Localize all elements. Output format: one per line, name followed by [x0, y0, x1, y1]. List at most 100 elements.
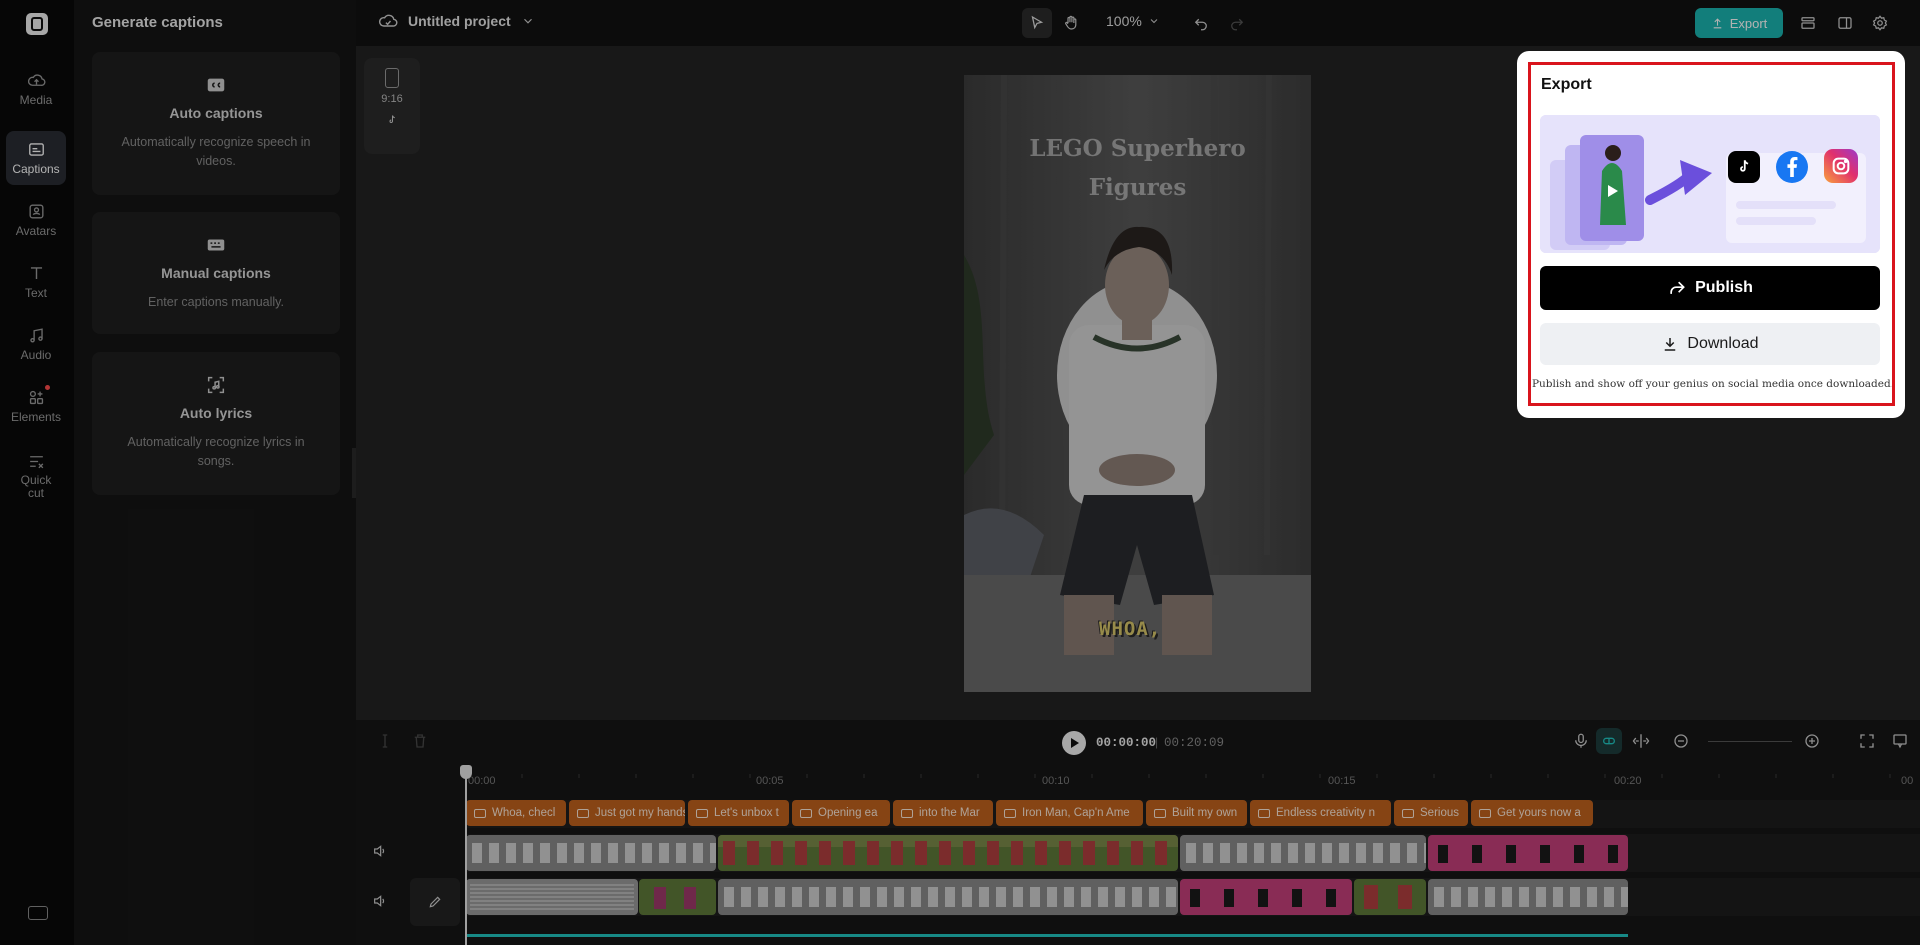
caption-clip[interactable]: Endless creativity n [1250, 800, 1391, 826]
clip-thumbnails [1428, 879, 1628, 915]
video-title-line-1: LEGO Superhero [1029, 135, 1246, 162]
tiktok-icon [1728, 151, 1760, 183]
caption-clip-icon [1258, 808, 1270, 818]
layers-button[interactable] [1793, 8, 1823, 38]
layers-icon [1801, 17, 1815, 29]
rail-item-label: Text [24, 286, 47, 300]
caption-clip[interactable]: Opening ea [792, 800, 890, 826]
download-button[interactable]: Download [1540, 323, 1880, 365]
video-caption-text: WHOA, [1099, 618, 1162, 640]
video-clip[interactable] [1428, 879, 1628, 915]
redo-button[interactable] [1222, 8, 1252, 38]
rail-item-captions[interactable]: Captions [6, 131, 66, 185]
redo-icon [1231, 18, 1244, 31]
play-button[interactable] [1062, 731, 1086, 755]
caption-clip[interactable]: Serious [1394, 800, 1468, 826]
captions-panel: Generate captions Auto captions Automati… [74, 0, 356, 945]
audio-track-bar[interactable] [466, 934, 1628, 937]
publish-button[interactable]: Publish [1540, 266, 1880, 310]
rail-item-quick-cut[interactable]: Quick cut [6, 444, 66, 508]
auto-snap-toggle[interactable] [1596, 728, 1622, 754]
split-clip-icon[interactable] [1632, 732, 1650, 750]
caption-clip[interactable]: Get yours now a [1471, 800, 1593, 826]
video-clip[interactable] [1354, 879, 1426, 915]
cloud-upload-icon [27, 74, 45, 86]
rail-item-avatars[interactable]: Avatars [6, 193, 66, 247]
track-volume-icon[interactable] [372, 893, 388, 909]
publish-label: Publish [1695, 279, 1753, 296]
layout-toggle-button[interactable] [1830, 8, 1860, 38]
caption-clip-icon [696, 808, 708, 818]
rail-item-label: Avatars [15, 224, 57, 238]
settings-button[interactable] [1865, 8, 1895, 38]
caption-clip-text: Serious [1420, 807, 1459, 819]
caption-clip-text: Let's unbox t [714, 807, 779, 819]
caption-clip[interactable]: Built my own [1146, 800, 1247, 826]
trash-icon[interactable] [411, 732, 429, 750]
zoom-in-icon[interactable] [1803, 732, 1821, 750]
video-clip[interactable] [1180, 835, 1426, 871]
video-clip[interactable] [1428, 835, 1628, 871]
auto-lyrics-card[interactable]: Auto lyrics Automatically recognize lyri… [92, 352, 340, 495]
microphone-icon[interactable] [1572, 732, 1590, 750]
comment-icon[interactable] [1891, 732, 1909, 750]
caption-clip[interactable]: Just got my hands o [569, 800, 685, 826]
video-clip[interactable] [639, 879, 716, 915]
fullscreen-icon[interactable] [1858, 732, 1876, 750]
select-tool-button[interactable] [1022, 8, 1052, 38]
rail-item-media[interactable]: Media [6, 62, 66, 116]
export-button[interactable]: Export [1695, 8, 1783, 38]
rail-item-audio[interactable]: Audio [6, 317, 66, 371]
rail-item-label: Audio [20, 348, 52, 362]
split-icon[interactable] [376, 732, 394, 750]
caption-clip-text: Opening ea [818, 807, 878, 819]
aspect-ratio-panel[interactable]: 9:16 [364, 58, 420, 154]
video-clip[interactable] [718, 835, 1178, 871]
instagram-glyph [1832, 157, 1850, 175]
keyboard-shortcuts-icon[interactable] [28, 906, 48, 920]
app-logo [26, 13, 48, 35]
caption-clip[interactable]: Let's unbox t [688, 800, 789, 826]
video-clip[interactable] [1180, 879, 1352, 915]
rail-item-elements[interactable]: Elements [6, 379, 66, 433]
elements-icon [29, 390, 43, 405]
video-clip[interactable] [466, 879, 638, 915]
caption-clip[interactable]: Whoa, checl [466, 800, 566, 826]
notification-dot [45, 385, 50, 390]
auto-captions-card[interactable]: Auto captions Automatically recognize sp… [92, 52, 340, 195]
export-tip: Publish and show off your genius on soci… [1532, 377, 1894, 390]
panel-title: Generate captions [92, 14, 223, 31]
card-desc: Automatically recognize lyrics in songs. [127, 435, 305, 468]
track-volume-icon[interactable] [372, 843, 388, 859]
manual-captions-card[interactable]: Manual captions Enter captions manually. [92, 212, 340, 334]
chevron-down-icon [1150, 19, 1158, 24]
caption-clip[interactable]: Iron Man, Cap'n Ame [996, 800, 1143, 826]
video-clip[interactable] [718, 879, 1178, 915]
clip-thumbnails [1180, 879, 1352, 915]
edit-track-button[interactable] [410, 878, 460, 926]
text-icon [30, 267, 42, 280]
export-title: Export [1541, 76, 1592, 93]
playhead-handle[interactable] [460, 765, 472, 779]
video-clip[interactable] [466, 835, 716, 871]
instagram-icon [1824, 149, 1858, 183]
video-preview[interactable]: LEGO Superhero Figures WHOA, [964, 75, 1311, 692]
rail-item-label: Elements [10, 410, 62, 424]
cloud-icon [378, 14, 398, 27]
total-time: 00:20:09 [1164, 736, 1225, 750]
caption-clip[interactable]: into the Mar [893, 800, 993, 826]
zoom-out-icon[interactable] [1672, 732, 1690, 750]
project-name-dropdown[interactable]: Untitled project [378, 11, 535, 31]
facebook-icon [1776, 151, 1808, 183]
zoom-slider[interactable] [1708, 741, 1792, 742]
caption-clip-text: Whoa, checl [492, 807, 556, 819]
undo-icon [1194, 18, 1207, 31]
caption-clip-icon [901, 808, 913, 818]
rail-item-text[interactable]: Text [6, 255, 66, 309]
hand-icon [1065, 15, 1077, 30]
playhead[interactable] [465, 767, 467, 945]
zoom-dropdown[interactable]: 100% [1106, 13, 1160, 29]
timeline-ruler [465, 774, 1891, 778]
hand-tool-button[interactable] [1056, 8, 1086, 38]
undo-button[interactable] [1186, 8, 1216, 38]
